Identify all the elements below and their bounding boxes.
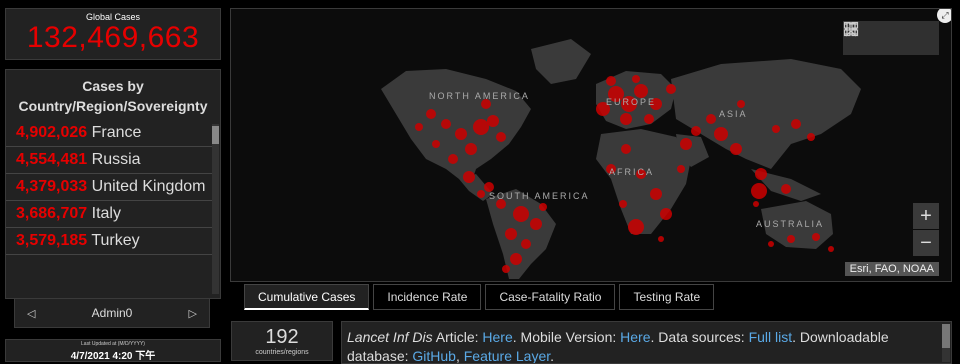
tab-incidence-rate[interactable]: Incidence Rate xyxy=(373,284,482,310)
country-row-united-kingdom[interactable]: 4,379,033 United Kingdom xyxy=(6,174,214,201)
journal-name: Lancet Inf Dis xyxy=(347,329,433,345)
info-text: . Data sources: xyxy=(650,329,749,345)
country-name: Russia xyxy=(91,151,141,168)
info-text: Article: xyxy=(432,329,483,345)
map-label-south-america: SOUTH AMERICA xyxy=(489,191,590,201)
country-cases: 4,902,026 xyxy=(16,124,88,141)
last-updated-panel: Last Updated at (M/D/YYYY) 4/7/2021 4:20… xyxy=(5,339,221,362)
country-list-scrollbar[interactable] xyxy=(212,124,219,294)
countries-count-value: 192 xyxy=(265,326,299,348)
map-label-north-america: NORTH AMERICA xyxy=(429,91,530,101)
admin-pager: ◁ Admin0 ▷ xyxy=(14,298,210,328)
info-panel: Lancet Inf Dis Article: Here. Mobile Ver… xyxy=(341,321,952,364)
country-row-turkey[interactable]: 3,579,185 Turkey xyxy=(6,228,214,255)
scrollbar-thumb[interactable] xyxy=(942,324,950,348)
country-cases: 4,554,481 xyxy=(16,151,88,168)
country-name: United Kingdom xyxy=(91,178,206,195)
mobile-version-link[interactable]: Here xyxy=(620,329,650,345)
github-link[interactable]: GitHub xyxy=(412,348,456,363)
last-updated-timestamp: 4/7/2021 4:20 下午 xyxy=(70,351,156,362)
tab-testing-rate[interactable]: Testing Rate xyxy=(619,284,715,310)
expand-icon[interactable]: ⤢ xyxy=(937,9,951,23)
map-toolbar xyxy=(843,21,939,55)
feature-layer-link[interactable]: Feature Layer xyxy=(464,348,550,363)
zoom-in-button[interactable]: + xyxy=(913,203,939,229)
map-label-europe: EUROPE xyxy=(606,97,657,107)
global-cases-panel: Global Cases 132,469,663 xyxy=(5,8,221,60)
legend-list-icon[interactable] xyxy=(845,23,899,46)
country-row-france[interactable]: 4,902,026 France xyxy=(6,120,214,147)
scrollbar-thumb[interactable] xyxy=(212,126,219,144)
info-scrollbar[interactable] xyxy=(942,324,950,362)
info-text: , xyxy=(455,348,464,364)
map-attribution: Esri, FAO, NOAA xyxy=(844,262,939,276)
country-row-italy[interactable]: 3,686,707 Italy xyxy=(6,201,214,228)
pager-label: Admin0 xyxy=(91,306,133,320)
country-name: Italy xyxy=(91,205,121,222)
countries-count-label: countries/regions xyxy=(255,349,309,356)
basemap-gallery-icon[interactable] xyxy=(843,21,931,46)
countries-count-panel: 192 countries/regions xyxy=(231,321,333,361)
map-label-africa: AFRICA xyxy=(609,167,655,177)
country-row-russia[interactable]: 4,554,481 Russia xyxy=(6,147,214,174)
data-sources-link[interactable]: Full list xyxy=(749,329,793,345)
info-text: . xyxy=(550,348,555,364)
country-name: Turkey xyxy=(91,232,140,249)
map-label-asia: ASIA xyxy=(719,109,748,119)
tab-case-fatality-ratio[interactable]: Case-Fatality Ratio xyxy=(485,284,616,310)
tab-cumulative-cases[interactable]: Cumulative Cases xyxy=(244,284,370,310)
article-link[interactable]: Here xyxy=(482,329,512,345)
global-cases-value: 132,469,663 xyxy=(26,21,200,54)
country-list: 4,902,026 France 4,554,481 Russia 4,379,… xyxy=(6,120,214,296)
cases-by-country-title: Cases by Country/Region/Sovereignty xyxy=(18,78,208,114)
country-name: France xyxy=(91,124,142,141)
prev-arrow-icon[interactable]: ◁ xyxy=(27,307,35,320)
map-tabs: Cumulative Cases Incidence Rate Case-Fat… xyxy=(244,284,718,310)
cases-by-country-panel: Cases by Country/Region/Sovereignty 4,90… xyxy=(5,69,221,299)
country-cases: 3,686,707 xyxy=(16,205,88,222)
next-arrow-icon[interactable]: ▷ xyxy=(189,307,197,320)
map-label-australia: AUSTRALIA xyxy=(756,219,825,229)
info-text: . Mobile Version: xyxy=(512,329,621,345)
world-map[interactable]: NORTH AMERICA SOUTH AMERICA EUROPE ASIA … xyxy=(230,8,952,282)
country-cases: 3,579,185 xyxy=(16,232,88,249)
country-cases: 4,379,033 xyxy=(16,178,88,195)
zoom-out-button[interactable]: − xyxy=(913,230,939,256)
